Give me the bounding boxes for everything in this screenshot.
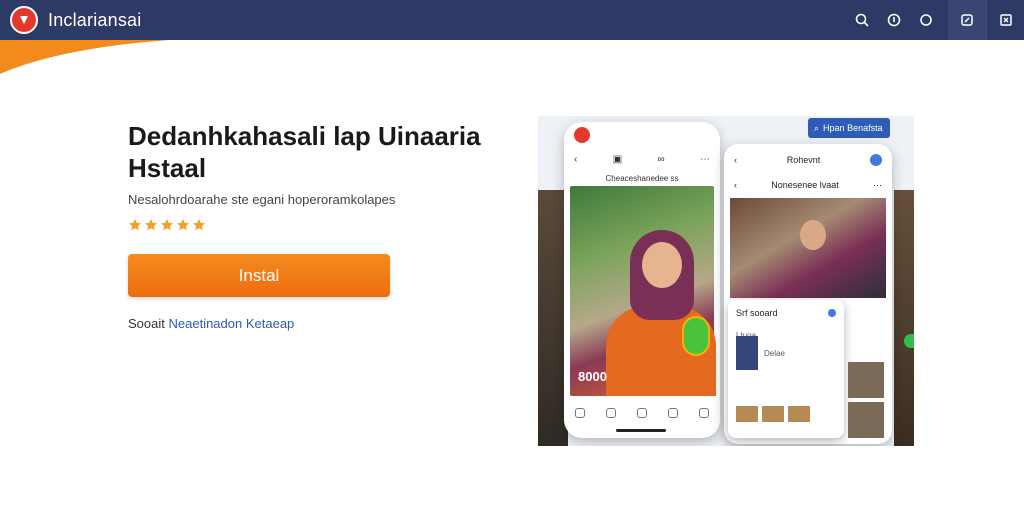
star-icon: [129, 219, 141, 231]
export-button[interactable]: [948, 0, 986, 40]
circle-icon: [920, 14, 932, 26]
footer-link[interactable]: Neaetinadon Ketaeap: [169, 316, 295, 331]
verified-icon: [828, 309, 836, 317]
brand-logo[interactable]: [10, 6, 38, 34]
back-icon: ‹: [734, 180, 737, 190]
card-thumbnail: [736, 336, 758, 370]
card-thumbnails: [736, 406, 810, 422]
settings-icon: [999, 14, 1012, 26]
phone-preview-feed: ‹ ▣ ∞ ⋯ Cheaceshanedee ss 8000: [564, 122, 720, 438]
side-thumbnails: [848, 362, 884, 442]
photo-face: [642, 242, 682, 288]
add-tab-icon: [636, 408, 647, 418]
gallery-icon: ▣: [612, 153, 623, 165]
export-icon: [961, 14, 973, 26]
home-tab-icon: [574, 408, 585, 418]
page-title: Dedanhkahasali lap Uinaaria Hstaal: [128, 121, 481, 183]
profile-tab-icon: [699, 408, 710, 418]
card-list-item: Delae: [728, 336, 844, 370]
more-icon: ⋯: [873, 179, 882, 190]
brand-logo-icon: [20, 16, 28, 24]
photo-face: [800, 220, 826, 250]
overlay-card: Srf sooard Ltuoa Delae: [728, 300, 844, 438]
search-chip: ⌕ Hpan Benafsta: [808, 118, 890, 138]
thumbnail: [736, 406, 758, 422]
verified-icon: [870, 154, 882, 166]
footer-line: Sooait Neaetinadon Ketaeap: [128, 316, 294, 331]
chip-search-icon: ⌕: [814, 122, 820, 133]
top-actions: [846, 0, 1024, 40]
home-indicator: [616, 429, 666, 432]
star-icon: [161, 219, 173, 231]
app-screenshot-mockup: ‹ ▣ ∞ ⋯ Cheaceshanedee ss 8000 ⌕ Hpan Be…: [538, 116, 914, 446]
background-photo-right: [894, 190, 914, 446]
online-indicator: [904, 334, 914, 348]
link-icon: ∞: [657, 153, 665, 165]
feed-caption: Cheaceshanedee ss: [605, 173, 679, 183]
card-title: Srf sooard: [736, 308, 778, 318]
phone2-subtitle: Nonesenee lvaat: [771, 180, 839, 190]
phone2-title: Rohevnt: [786, 155, 821, 165]
search-button[interactable]: [846, 0, 878, 40]
search-chip-label: Hpan Benafsta: [823, 123, 883, 133]
activity-tab-icon: [668, 408, 679, 418]
app-subtitle: Nesalohrdoarahe ste egani hoperoramkolap…: [128, 192, 396, 207]
rating-stars: [128, 218, 206, 232]
profile-photo: [730, 198, 886, 298]
brand-name[interactable]: Inclariansai: [48, 10, 141, 31]
notifications-button[interactable]: [910, 0, 942, 40]
star-icon: [177, 219, 189, 231]
feed-photo: 8000: [570, 186, 716, 396]
card-row-label: Delae: [764, 348, 785, 358]
top-bar: Inclariansai: [0, 0, 1024, 40]
back-icon: ‹: [734, 155, 737, 165]
phone2-subheader: ‹ Nonesenee lvaat ⋯: [724, 176, 892, 194]
orange-swoosh: [0, 40, 170, 74]
phone-status-bar: [564, 122, 720, 148]
star-icon: [193, 219, 205, 231]
star-icon: [145, 219, 157, 231]
thumbnail: [788, 406, 810, 422]
info-icon: [887, 13, 901, 27]
more-icon: ⋯: [699, 153, 710, 165]
thumbnail: [762, 406, 784, 422]
search-tab-icon: [605, 408, 616, 418]
price-badge: [682, 316, 710, 356]
price-label: 8000: [578, 369, 607, 384]
search-icon: [855, 13, 869, 27]
info-button[interactable]: [878, 0, 910, 40]
settings-button[interactable]: [986, 0, 1024, 40]
install-button[interactable]: Instal: [128, 254, 390, 297]
phone-nav: ‹ ▣ ∞ ⋯: [564, 148, 720, 170]
thumbnail: [848, 362, 884, 398]
back-icon: ‹: [574, 153, 578, 165]
footer-prefix: Sooait: [128, 316, 165, 331]
card-header: Srf sooard: [728, 300, 844, 326]
phone2-header: ‹ Rohevnt: [724, 144, 892, 176]
thumbnail: [848, 402, 884, 438]
mini-logo-icon: [574, 127, 590, 143]
